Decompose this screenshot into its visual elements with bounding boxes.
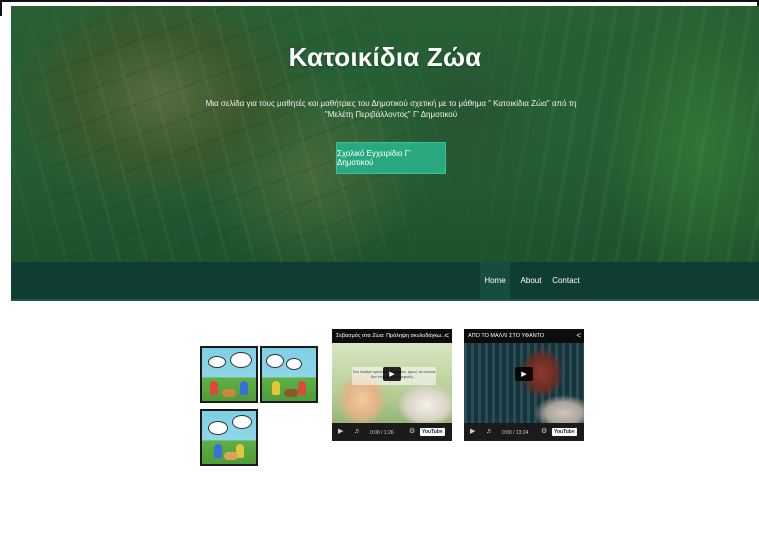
nav-contact[interactable]: Contact bbox=[551, 262, 581, 299]
textbook-button[interactable]: Σχολικό Εγχειρίδιο Γ' Δημοτικού bbox=[336, 142, 446, 174]
volume-icon[interactable]: ♬ bbox=[354, 427, 361, 437]
speech-bubble bbox=[286, 358, 302, 370]
video-time: 0:00 / 13:24 bbox=[502, 430, 529, 436]
share-icon[interactable]: < bbox=[444, 331, 449, 341]
child-figure bbox=[240, 381, 248, 395]
speech-bubble bbox=[266, 354, 284, 368]
child-figure bbox=[210, 381, 218, 395]
main-navbar: Home About Contact bbox=[11, 262, 759, 301]
play-control-icon[interactable]: ▶ bbox=[470, 427, 475, 437]
dog-figure bbox=[284, 389, 298, 397]
video-title[interactable]: Σεβασμός στα Ζώα: Πρόληψη σκυλοδάγκω... bbox=[332, 329, 452, 343]
play-icon[interactable]: ▶ bbox=[383, 367, 401, 381]
video-player-weaving[interactable]: ΑΠΟ ΤΟ ΜΑΛΛΙ ΣΤΟ ΥΦΑΝΤΟ < ▶ ▶ ♬ 0:00 / 1… bbox=[464, 329, 584, 441]
video-player-dogs[interactable]: Στα παιδιά αρέσουν τα σκυλιά, όμως τα σκ… bbox=[332, 329, 452, 441]
fullscreen-icon[interactable]: ⛶ bbox=[440, 427, 445, 437]
speech-bubble bbox=[230, 352, 252, 368]
cat-figure bbox=[224, 452, 238, 460]
nav-home[interactable]: Home bbox=[480, 262, 510, 299]
video-thumbnail[interactable]: Στα παιδιά αρέσουν τα σκυλιά, όμως τα σκ… bbox=[332, 343, 452, 423]
hero-banner: Κατοικίδια Ζώα Μια σελίδα για τους μαθητ… bbox=[11, 6, 759, 262]
speech-bubble bbox=[232, 415, 252, 429]
speech-bubble bbox=[208, 356, 226, 368]
nav-about[interactable]: About bbox=[516, 262, 546, 299]
page-top-border bbox=[0, 0, 759, 2]
comic-image[interactable] bbox=[200, 409, 258, 466]
video-title[interactable]: ΑΠΟ ΤΟ ΜΑΛΛΙ ΣΤΟ ΥΦΑΝΤΟ bbox=[464, 329, 584, 343]
comic-gallery bbox=[200, 346, 319, 466]
page-title: Κατοικίδια Ζώα bbox=[288, 42, 482, 72]
page-left-border bbox=[0, 0, 2, 16]
gear-icon[interactable]: ⚙ bbox=[541, 427, 547, 437]
video-time: 0:00 / 1:26 bbox=[370, 430, 394, 436]
play-control-icon[interactable]: ▶ bbox=[338, 427, 343, 437]
share-icon[interactable]: < bbox=[576, 331, 581, 341]
fullscreen-icon[interactable]: ⛶ bbox=[572, 427, 577, 437]
child-figure bbox=[272, 381, 280, 395]
comic-image[interactable] bbox=[200, 346, 258, 403]
video-controls: ▶ ♬ 0:00 / 1:26 ⚙ YouTube ⛶ bbox=[332, 423, 452, 441]
speech-bubble bbox=[208, 421, 228, 435]
comic-image[interactable] bbox=[260, 346, 318, 403]
dog-figure bbox=[222, 389, 236, 397]
video-thumbnail[interactable] bbox=[464, 343, 584, 423]
child-figure bbox=[298, 381, 306, 395]
hero-subtitle: Μια σελίδα για τους μαθητές και μαθήτριε… bbox=[205, 99, 577, 119]
video-controls: ▶ ♬ 0:00 / 13:24 ⚙ YouTube ⛶ bbox=[464, 423, 584, 441]
volume-icon[interactable]: ♬ bbox=[486, 427, 493, 437]
child-figure bbox=[214, 444, 222, 458]
gear-icon[interactable]: ⚙ bbox=[409, 427, 415, 437]
play-icon[interactable]: ▶ bbox=[515, 367, 533, 381]
